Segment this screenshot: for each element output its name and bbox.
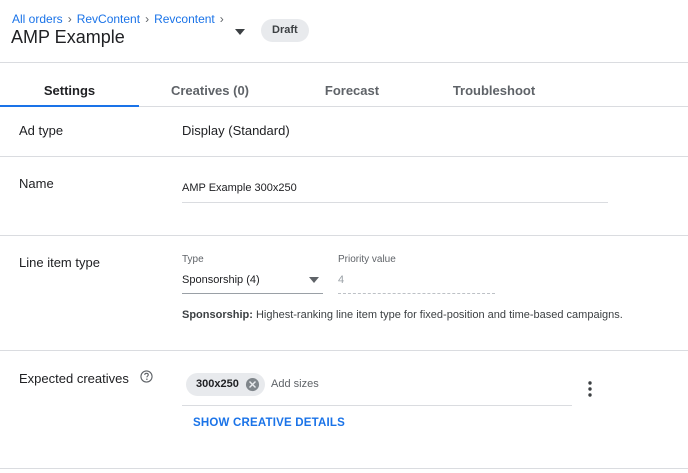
more-vert-icon[interactable] [584,380,596,398]
row-divider [0,468,688,469]
expected-creatives-label: Expected creatives [19,371,129,386]
breadcrumb-advertiser[interactable]: RevContent [77,12,140,26]
tab-forecast[interactable]: Forecast [281,74,423,106]
breadcrumb-all-orders[interactable]: All orders [12,12,63,26]
help-circle-icon[interactable] [140,370,153,383]
add-sizes-placeholder[interactable]: Add sizes [271,373,319,396]
row-divider [0,350,688,351]
tab-settings[interactable]: Settings [0,74,139,106]
ad-type-value: Display (Standard) [182,123,290,138]
line-item-type-select[interactable]: Sponsorship (4) [182,270,323,294]
line-item-type-helptext: Sponsorship: Highest-ranking line item t… [182,309,623,321]
name-label: Name [19,176,54,191]
page-title: AMP Example [11,27,125,47]
breadcrumb-separator: › [219,12,224,26]
line-item-type-label: Line item type [19,255,100,270]
breadcrumb-separator: › [67,12,72,26]
tab-bar: Settings Creatives (0) Forecast Troubles… [0,74,688,107]
row-divider [0,235,688,236]
active-tab-indicator [0,105,139,107]
caret-down-icon[interactable] [234,27,246,37]
type-caption: Type [182,254,204,265]
breadcrumb-separator: › [145,12,150,26]
line-item-type-selected-value: Sponsorship (4) [182,274,260,286]
priority-caption: Priority value [338,254,396,265]
size-chip-label: 300x250 [196,378,239,390]
status-badge: Draft [261,19,309,42]
row-divider [0,156,688,157]
breadcrumb-order[interactable]: Revcontent [154,12,215,26]
size-chip: 300x250 [186,373,265,396]
sizes-field[interactable]: 300x250 Add sizes [182,372,572,406]
helptext-bold: Sponsorship: [182,309,253,321]
tab-troubleshoot[interactable]: Troubleshoot [423,74,565,106]
breadcrumb: All orders › RevContent › Revcontent › [12,12,229,26]
priority-value-field: 4 [338,270,495,294]
show-creative-details-button[interactable]: SHOW CREATIVE DETAILS [193,417,345,429]
page-header: All orders › RevContent › Revcontent › A… [0,0,688,63]
helptext-body: Highest-ranking line item type for fixed… [252,309,623,321]
ad-type-label: Ad type [19,123,64,138]
caret-down-icon [309,277,319,283]
cancel-circle-icon[interactable] [245,377,260,392]
name-input[interactable]: AMP Example 300x250 [182,176,608,203]
tab-creatives[interactable]: Creatives (0) [139,74,281,106]
